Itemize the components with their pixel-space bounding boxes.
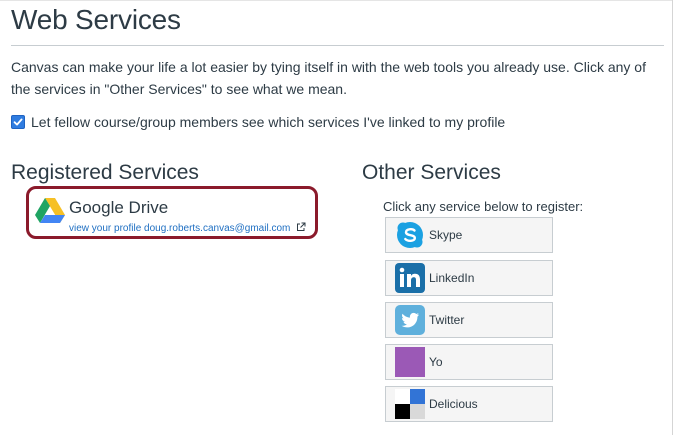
skype-service-button[interactable]: Skype: [385, 217, 553, 253]
skype-label: Skype: [429, 228, 463, 242]
twitter-icon: [395, 305, 425, 335]
top-border: [0, 0, 673, 1]
linkedin-service-button[interactable]: LinkedIn: [385, 260, 553, 296]
title-divider: [11, 45, 664, 46]
google-drive-profile-link[interactable]: view your profile doug.roberts.canvas@gm…: [69, 222, 306, 235]
twitter-service-button[interactable]: Twitter: [385, 302, 553, 338]
skype-icon: [397, 222, 423, 248]
yo-service-button[interactable]: Yo: [385, 344, 553, 380]
delicious-label: Delicious: [429, 397, 478, 411]
external-link-icon: [296, 222, 306, 235]
intro-text: Canvas can make your life a lot easier b…: [11, 59, 646, 97]
checkmark-icon: [13, 118, 23, 126]
twitter-label: Twitter: [429, 313, 465, 327]
google-drive-name: Google Drive: [69, 198, 169, 217]
google-drive-service: Google Drive view your profile doug.robe…: [26, 186, 318, 239]
register-prompt: Click any service below to register:: [383, 199, 584, 214]
yo-icon: [395, 347, 425, 377]
page-title: Web Services: [11, 4, 181, 35]
other-services-title: Other Services: [362, 161, 501, 184]
share-services-label: Let fellow course/group members see whic…: [31, 114, 506, 130]
share-services-checkbox[interactable]: [11, 115, 25, 129]
delicious-icon: [395, 389, 425, 419]
yo-label: Yo: [429, 355, 443, 369]
profile-link-text: view your profile doug.roberts.canvas@gm…: [69, 223, 291, 235]
delicious-service-button[interactable]: Delicious: [385, 386, 553, 422]
google-drive-icon: [35, 198, 65, 223]
share-services-row: Let fellow course/group members see whic…: [11, 114, 505, 130]
registered-services-title: Registered Services: [11, 161, 199, 184]
linkedin-icon: [395, 263, 425, 293]
linkedin-label: LinkedIn: [429, 271, 475, 285]
